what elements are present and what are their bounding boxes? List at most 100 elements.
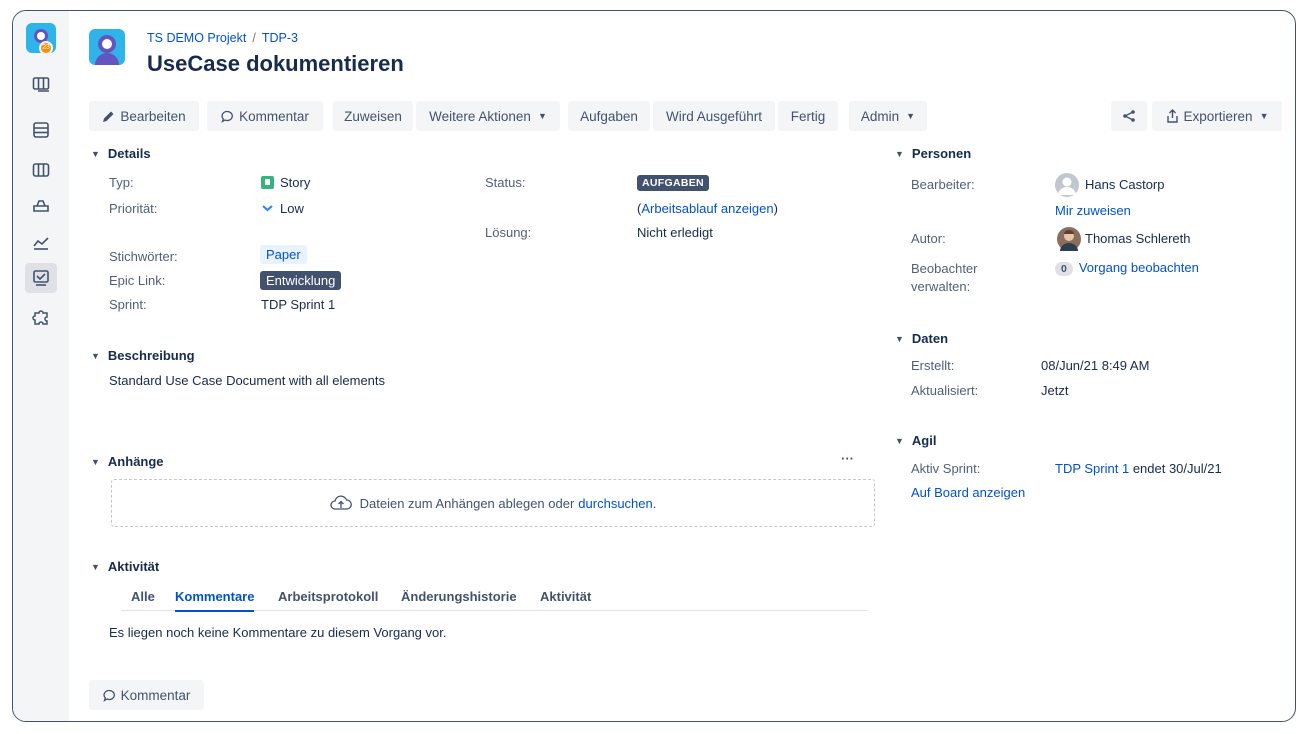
type-value: Story — [261, 175, 310, 190]
reporter-label: Autor: — [911, 231, 946, 246]
labels-label: Stichwörter: — [109, 249, 178, 264]
attachment-dropzone[interactable]: Dateien zum Anhängen ablegen oder durchs… — [111, 479, 875, 527]
chevron-down-icon: ▼ — [91, 148, 100, 159]
resolution-label: Lösung: — [485, 225, 532, 240]
app-window: 23 TS DEMO Projekt / TDP-3 UseCase dokum… — [12, 10, 1296, 722]
stack-icon[interactable] — [29, 119, 53, 141]
chevron-down-icon: ▼ — [895, 435, 904, 446]
admin-button[interactable]: Admin ▼ — [849, 101, 927, 131]
workflow-paren-close: ) — [773, 201, 778, 216]
workflow-row: (Arbeitsablauf anzeigen) — [637, 201, 778, 216]
issue-view: TS DEMO Projekt / TDP-3 UseCase dokument… — [69, 11, 1295, 721]
breadcrumb: TS DEMO Projekt / TDP-3 — [147, 31, 298, 45]
dates-toggle[interactable]: ▼ Daten — [895, 331, 948, 346]
assignee-value[interactable]: Hans Castorp — [1085, 177, 1164, 192]
description-text[interactable]: Standard Use Case Document with all elem… — [109, 373, 385, 388]
chevron-down-icon: ▼ — [91, 456, 100, 467]
workflow-link[interactable]: Arbeitsablauf anzeigen — [641, 201, 773, 216]
tab-all[interactable]: Alle — [131, 589, 155, 610]
status-lozenge[interactable]: AUFGABEN — [637, 175, 709, 191]
watchers-label-line1: Beobachter — [911, 261, 978, 276]
reporter-value[interactable]: Thomas Schlereth — [1085, 231, 1191, 246]
no-comments-message: Es liegen noch keine Kommentare zu diese… — [109, 625, 447, 640]
watchers-value: 0 Vorgang beobachten — [1055, 260, 1199, 276]
description-heading: Beschreibung — [107, 348, 195, 363]
breadcrumb-separator: / — [252, 31, 256, 45]
export-button[interactable]: Exportieren ▼ — [1152, 101, 1282, 131]
attachments-toggle[interactable]: ▼ Anhänge — [91, 454, 164, 469]
activity-tabs: Alle Kommentare Arbeitsprotokoll Änderun… — [121, 589, 867, 612]
chevron-down-icon: ▼ — [91, 350, 100, 361]
agile-heading: Agil — [911, 433, 937, 448]
priority-label: Priorität: — [109, 201, 158, 216]
activity-heading: Aktivität — [107, 559, 160, 574]
updated-label: Aktualisiert: — [911, 383, 979, 398]
attachments-more-icon[interactable]: ··· — [841, 451, 854, 466]
tab-history[interactable]: Änderungshistorie — [401, 589, 517, 610]
releases-icon[interactable] — [29, 195, 53, 217]
assign-button[interactable]: Zuweisen — [333, 101, 413, 131]
default-avatar-icon — [1055, 173, 1079, 197]
chevron-down-icon: ▼ — [537, 111, 547, 121]
todo-transition-button[interactable]: Aufgaben — [568, 101, 650, 131]
tab-activity[interactable]: Aktivität — [540, 589, 591, 610]
dropzone-text: Dateien zum Anhängen ablegen oder — [359, 495, 575, 511]
comment-button[interactable]: Kommentar — [207, 101, 323, 131]
agile-toggle[interactable]: ▼ Agil — [895, 433, 936, 448]
browse-link[interactable]: durchsuchen. — [578, 496, 656, 511]
reporter-avatar — [1057, 227, 1081, 251]
backlog-icon[interactable] — [29, 73, 53, 95]
chevron-down-icon: ▼ — [91, 561, 100, 572]
activity-toggle[interactable]: ▼ Aktivität — [91, 559, 159, 574]
epic-link-chip[interactable]: Entwicklung — [260, 271, 342, 290]
active-sprint-link[interactable]: TDP Sprint 1 — [1055, 461, 1129, 476]
active-sprint-label: Aktiv Sprint: — [911, 461, 981, 476]
comment-icon — [102, 689, 115, 702]
watch-issue-link[interactable]: Vorgang beobachten — [1079, 260, 1199, 275]
chevron-down-icon: ▼ — [895, 148, 904, 159]
active-sprint-value: TDP Sprint 1 endet 30/Jul/21 — [1055, 461, 1222, 476]
notification-badge: 23 — [39, 41, 53, 55]
project-avatar[interactable] — [89, 29, 125, 65]
export-icon — [1166, 109, 1178, 123]
edit-button[interactable]: Bearbeiten — [89, 101, 199, 131]
resolution-value: Nicht erledigt — [637, 225, 713, 240]
chevron-down-icon: ▼ — [1259, 111, 1269, 121]
inprogress-transition-button[interactable]: Wird Ausgeführt — [653, 101, 775, 131]
tab-comments[interactable]: Kommentare — [175, 589, 255, 612]
admin-label: Admin — [860, 108, 900, 124]
label-chip[interactable]: Paper — [260, 245, 307, 264]
dates-heading: Daten — [911, 331, 949, 346]
edit-button-label: Bearbeiten — [120, 108, 186, 124]
watchers-count-badge: 0 — [1055, 262, 1073, 276]
done-transition-button[interactable]: Fertig — [778, 101, 838, 131]
assign-to-me-link[interactable]: Mir zuweisen — [1055, 203, 1131, 218]
tab-worklog[interactable]: Arbeitsprotokoll — [278, 589, 378, 610]
export-label: Exportieren — [1183, 108, 1253, 124]
more-actions-label: Weitere Aktionen — [429, 108, 531, 124]
updated-value: Jetzt — [1041, 383, 1069, 398]
priority-value-text: Low — [280, 201, 304, 216]
people-toggle[interactable]: ▼ Personen — [895, 146, 971, 161]
board-icon[interactable] — [29, 159, 53, 181]
add-comment-button[interactable]: Kommentar — [89, 680, 204, 710]
breadcrumb-project[interactable]: TS DEMO Projekt — [147, 31, 246, 45]
priority-low-icon — [262, 205, 273, 212]
share-button[interactable] — [1111, 101, 1147, 131]
add-comment-label: Kommentar — [120, 687, 191, 703]
reports-icon[interactable] — [29, 231, 53, 253]
addons-icon[interactable] — [29, 305, 53, 327]
details-toggle[interactable]: ▼ Details — [91, 146, 151, 161]
issues-icon[interactable] — [25, 263, 57, 293]
breadcrumb-issue-key[interactable]: TDP-3 — [262, 31, 298, 45]
share-icon — [1123, 110, 1135, 122]
view-on-board-link[interactable]: Auf Board anzeigen — [911, 485, 1025, 500]
story-icon — [261, 176, 274, 189]
sprint-label: Sprint: — [109, 297, 147, 312]
left-sidebar: 23 — [13, 11, 69, 721]
people-heading: Personen — [911, 146, 972, 161]
comment-icon — [221, 110, 234, 123]
created-value: 08/Jun/21 8:49 AM — [1041, 358, 1150, 373]
more-actions-button[interactable]: Weitere Aktionen ▼ — [416, 101, 560, 131]
description-toggle[interactable]: ▼ Beschreibung — [91, 348, 195, 363]
